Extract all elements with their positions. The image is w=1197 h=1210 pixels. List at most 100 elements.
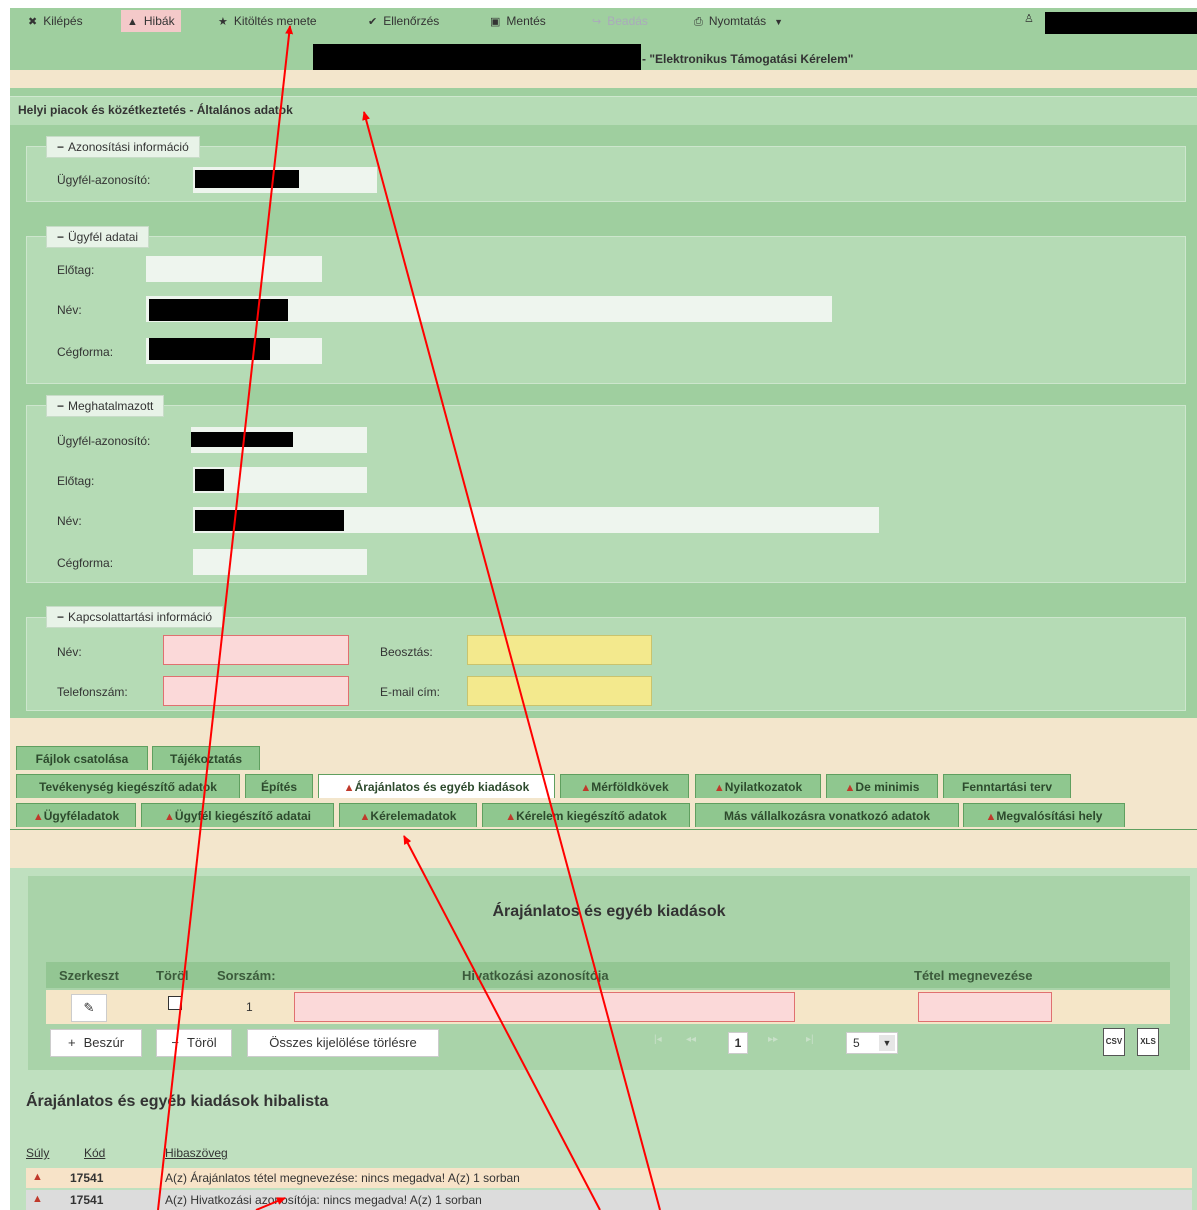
xls-export-icon[interactable]: XLS <box>1137 1028 1159 1056</box>
progress-label: Kitöltés menete <box>233 14 317 28</box>
select-all-delete-button[interactable]: Összes kijelölése törlésre <box>247 1029 439 1057</box>
progress-button[interactable]: ★ Kitöltés menete <box>218 10 317 32</box>
check-button[interactable]: ✔ Ellenőrzés <box>368 10 439 32</box>
edit-row-button[interactable]: ✎ <box>71 994 107 1022</box>
client-legend[interactable]: − Ügyfél adatai <box>46 226 150 248</box>
tab-information[interactable]: Tájékoztatás <box>152 746 260 770</box>
warning-icon: ▲ <box>844 782 856 794</box>
prev-page-icon[interactable]: ◂◂ <box>686 1034 696 1045</box>
contact-legend[interactable]: − Kapcsolattartási információ <box>46 606 224 628</box>
client-prefix-label: Előtag: <box>57 263 95 277</box>
current-page[interactable]: 1 <box>728 1032 748 1054</box>
delete-button[interactable]: − Töröl <box>156 1029 232 1057</box>
errors-button[interactable]: ▲ Hibák <box>121 10 181 32</box>
contact-position-field[interactable] <box>467 635 652 665</box>
save-button[interactable]: ▣ Mentés <box>490 10 546 32</box>
col-reference-id: Hivatkozási azonosítója <box>462 968 609 983</box>
col-code[interactable]: Kód <box>84 1146 105 1160</box>
redacted-agent-name <box>195 510 344 531</box>
print-menu[interactable]: ⎙ Nyomtatás ▼ <box>694 10 783 32</box>
insert-button-label: Beszúr <box>83 1035 125 1050</box>
tab-de-minimis[interactable]: ▲De minimis <box>826 774 938 798</box>
contact-position-label: Beosztás: <box>380 645 433 659</box>
print-label: Nyomtatás <box>708 14 767 28</box>
contact-name-label: Név: <box>57 645 82 659</box>
redacted-agent-prefix <box>195 469 224 491</box>
tab-milestones[interactable]: ▲Mérföldkövek <box>560 774 689 798</box>
page-size-select[interactable]: 5 ▼ <box>846 1032 898 1054</box>
error-list-title: Árajánlatos és egyéb kiadások hibalista <box>26 1093 329 1110</box>
agent-legend[interactable]: − Meghatalmazott <box>46 395 165 417</box>
warning-icon: ▲ <box>580 782 592 794</box>
tab-quotes-expenses[interactable]: ▲Árajánlatos és egyéb kiadások <box>318 774 555 798</box>
submit-label: Beadás <box>607 14 648 28</box>
client-prefix-field[interactable] <box>146 256 322 282</box>
contact-email-field[interactable] <box>467 676 652 706</box>
tab-declarations[interactable]: ▲Nyilatkozatok <box>695 774 821 798</box>
agent-prefix-label: Előtag: <box>57 474 95 488</box>
user-icon: ♙ <box>1024 13 1034 25</box>
col-delete: Töröl <box>156 968 189 983</box>
reference-id-field[interactable] <box>294 992 795 1022</box>
identification-legend-label: Azonosítási információ <box>68 140 189 154</box>
csv-export-icon[interactable]: CSV <box>1103 1028 1125 1056</box>
collapse-icon: − <box>57 399 65 413</box>
error-row: ▲ 17541 A(z) Hivatkozási azonosítója: ni… <box>26 1190 1192 1210</box>
warning-icon: ▲ <box>164 811 175 823</box>
errors-label: Hibák <box>143 14 175 28</box>
tab-implementation-site[interactable]: ▲Megvalósítási hely <box>963 803 1125 827</box>
close-icon: ✖ <box>28 16 38 28</box>
plus-icon: + <box>67 1035 76 1050</box>
warning-icon: ▲ <box>32 1171 43 1183</box>
collapse-icon: − <box>57 230 65 244</box>
error-code: 17541 <box>70 1171 104 1185</box>
tab-client-additional[interactable]: ▲Ügyfél kiegészítő adatai <box>141 803 334 827</box>
insert-button[interactable]: + Beszúr <box>50 1029 142 1057</box>
delete-row-checkbox[interactable] <box>168 996 182 1010</box>
last-page-icon[interactable]: ▸| <box>806 1034 814 1045</box>
col-edit: Szerkeszt <box>59 968 119 983</box>
tab-quotes-expenses-label: Árajánlatos és egyéb kiadások <box>354 780 530 794</box>
contact-phone-field[interactable] <box>163 676 349 706</box>
warning-icon: ▲ <box>713 782 725 794</box>
agent-company-form-field[interactable] <box>193 549 367 575</box>
col-error-text[interactable]: Hibaszöveg <box>165 1146 228 1160</box>
tab-other-company-data[interactable]: Más vállalkozásra vonatkozó adatok <box>695 803 959 827</box>
col-item-name: Tétel megnevezése <box>914 968 1033 983</box>
identification-legend[interactable]: − Azonosítási információ <box>46 136 200 158</box>
caret-down-icon: ▼ <box>774 17 784 27</box>
collapse-icon: − <box>57 610 65 624</box>
exit-button[interactable]: ✖ Kilépés <box>28 10 83 32</box>
client-name-label: Név: <box>57 303 82 317</box>
error-text: A(z) Hivatkozási azonosítója: nincs mega… <box>165 1193 482 1207</box>
submit-arrow-icon: ↪ <box>592 16 602 28</box>
tab-client-data[interactable]: ▲Ügyféladatok <box>16 803 136 827</box>
agent-company-form-label: Cégforma: <box>57 556 114 570</box>
client-id-label: Ügyfél-azonosító: <box>57 173 151 187</box>
agent-legend-label: Meghatalmazott <box>68 399 154 413</box>
tab-construction[interactable]: Építés <box>245 774 313 798</box>
delete-button-label: Töröl <box>186 1035 217 1050</box>
tab-application-data[interactable]: ▲Kérelemadatok <box>339 803 477 827</box>
col-severity[interactable]: Súly <box>26 1146 49 1160</box>
contact-name-field[interactable] <box>163 635 349 665</box>
submit-button[interactable]: ↪ Beadás <box>592 10 648 32</box>
tab-activity-additional[interactable]: Tevékenység kiegészítő adatok <box>16 774 240 798</box>
tabs-divider <box>10 829 1197 830</box>
warning-icon: ▲ <box>343 782 355 794</box>
tab-attachments[interactable]: Fájlok csatolása <box>16 746 148 770</box>
tab-application-additional[interactable]: ▲Kérelem kiegészítő adatok <box>482 803 690 827</box>
tab-client-additional-label: Ügyfél kiegészítő adatai <box>174 809 311 823</box>
contact-legend-label: Kapcsolattartási információ <box>68 610 213 624</box>
contact-phone-label: Telefonszám: <box>57 685 128 699</box>
item-name-field[interactable] <box>918 992 1052 1022</box>
redacted-form-name <box>313 44 641 70</box>
redacted-agent-id <box>191 432 293 447</box>
next-page-icon[interactable]: ▸▸ <box>768 1034 778 1045</box>
first-page-icon[interactable]: |◂ <box>654 1034 662 1045</box>
pencil-icon: ✎ <box>83 1000 95 1015</box>
redacted-company-form <box>149 338 270 360</box>
client-legend-label: Ügyfél adatai <box>68 230 139 244</box>
tab-maintenance-plan[interactable]: Fenntartási terv <box>943 774 1071 798</box>
warning-icon: ▲ <box>127 16 138 28</box>
